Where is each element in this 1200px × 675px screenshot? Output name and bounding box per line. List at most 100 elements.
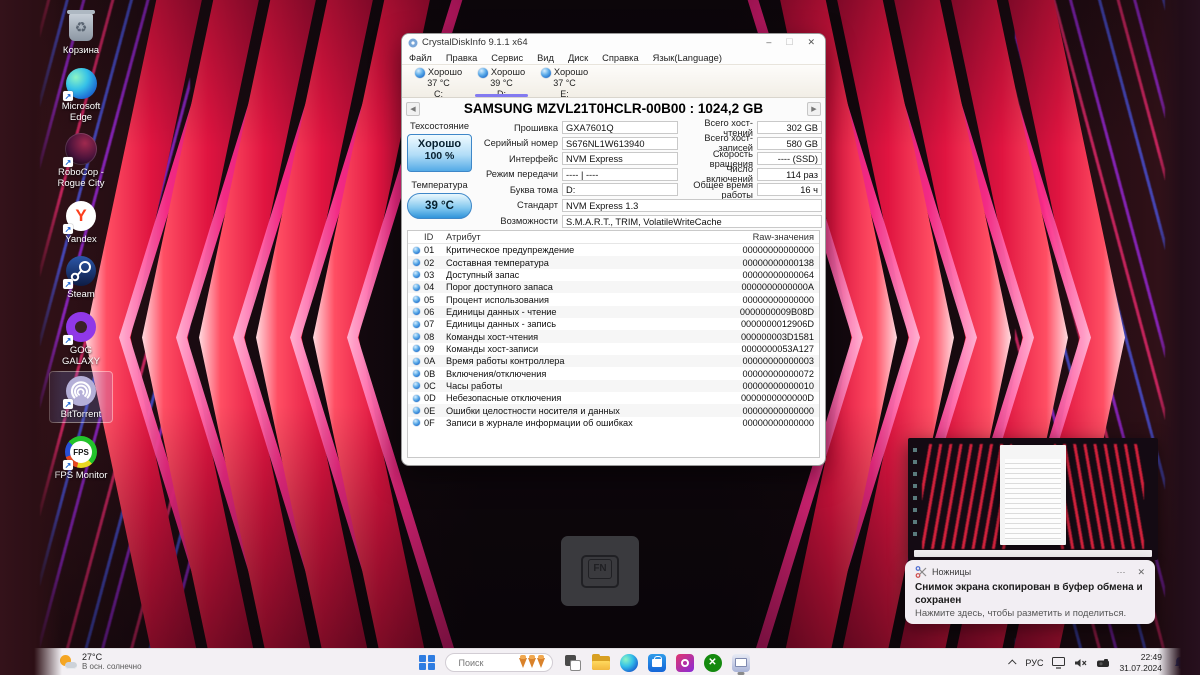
desktop-icon-yandex[interactable]: Y ↗ Yandex bbox=[50, 197, 112, 247]
clock[interactable]: 22:49 31.07.2024 bbox=[1119, 652, 1162, 673]
health-percent: 100 % bbox=[424, 150, 455, 162]
drive-title: SAMSUNG MZVL21T0HCLR-00B00 : 1024,2 GB bbox=[463, 101, 764, 116]
table-row[interactable]: 0A Время работы контроллера 000000000000… bbox=[408, 355, 819, 368]
table-row[interactable]: 07 Единицы данных - запись 0000000012906… bbox=[408, 318, 819, 330]
table-row[interactable]: 0B Включения/отключения 00000000000072 bbox=[408, 367, 819, 379]
tray-device-icon[interactable] bbox=[1096, 658, 1110, 668]
table-row[interactable]: 06 Единицы данных - чтение 0000000009B08… bbox=[408, 305, 819, 319]
taskbar-app-task-view[interactable] bbox=[563, 651, 583, 675]
attribute-name: Включения/отключения bbox=[446, 368, 547, 379]
table-row[interactable]: 02 Составная температура 00000000000138 bbox=[408, 256, 819, 269]
menu-item[interactable]: Сервис bbox=[484, 53, 530, 63]
attribute-status-orb-icon bbox=[412, 394, 420, 402]
attribute-id: 06 bbox=[424, 306, 435, 317]
desktop-icon-gog[interactable]: ↗ GOG GALAXY bbox=[50, 308, 112, 369]
field-row-wide: Возможности S.M.A.R.T., TRIM, VolatileWr… bbox=[479, 214, 822, 228]
taskbar-app-microsoft-edge[interactable] bbox=[619, 651, 639, 675]
search-box[interactable] bbox=[444, 653, 553, 672]
drive-tab-E[interactable]: Хорошо 37 °C E: bbox=[533, 65, 596, 99]
health-status-button[interactable]: Хорошо 100 % bbox=[407, 134, 472, 172]
tab-temp: 37 °C bbox=[553, 78, 576, 89]
attribute-name: Команды хост-записи bbox=[446, 343, 539, 354]
tray-date: 31.07.2024 bbox=[1119, 662, 1162, 673]
desktop-icon-robocop[interactable]: ↗ RoboCop - Rogue City bbox=[50, 130, 112, 191]
menu-item[interactable]: Вид bbox=[530, 53, 561, 63]
desktop-icon-steam[interactable]: ↗ Steam bbox=[50, 252, 112, 302]
attribute-raw-value: 00000000000000 bbox=[742, 405, 814, 416]
menu-item[interactable]: Диск bbox=[561, 53, 595, 63]
menu-item[interactable]: Файл bbox=[402, 53, 439, 63]
edge-icon bbox=[619, 653, 638, 672]
taskbar-app-social-app[interactable] bbox=[675, 651, 695, 675]
menu-item[interactable]: Язык(Language) bbox=[646, 53, 729, 63]
close-button[interactable]: ✕ bbox=[807, 34, 815, 51]
table-row[interactable]: 0F Записи в журнале информации об ошибка… bbox=[408, 417, 819, 429]
attribute-id: 0B bbox=[424, 368, 436, 379]
screenshot-preview[interactable] bbox=[908, 438, 1158, 560]
table-row[interactable]: 04 Порог доступного запаса 0000000000000… bbox=[408, 281, 819, 294]
drive-tab-C[interactable]: Хорошо 37 °C C: bbox=[407, 65, 470, 99]
running-indicator bbox=[737, 672, 744, 675]
table-row[interactable]: 03 Доступный запас 00000000000064 bbox=[408, 269, 819, 281]
attribute-raw-value: 0000000053A127 bbox=[741, 343, 814, 354]
notification-more-button[interactable]: ··· bbox=[1116, 567, 1125, 578]
drive-tab-D[interactable]: Хорошо 39 °C D: bbox=[470, 65, 533, 99]
attribute-status-orb-icon bbox=[412, 333, 420, 341]
volume-muted-icon[interactable] bbox=[1074, 658, 1087, 668]
file-explorer-icon bbox=[591, 653, 610, 670]
snipping-tool-notification[interactable]: Ножницы ··· ✕ Снимок экрана скопирован в… bbox=[905, 560, 1155, 624]
taskbar-app-file-explorer[interactable] bbox=[591, 651, 611, 675]
taskbar-app-microsoft-store[interactable] bbox=[647, 651, 667, 675]
tray-overflow-chevron-icon[interactable] bbox=[1008, 658, 1017, 668]
start-button[interactable] bbox=[419, 654, 435, 671]
app-icon bbox=[408, 38, 418, 47]
menu-item[interactable]: Справка bbox=[595, 53, 645, 63]
attribute-name: Критическое предупреждение bbox=[446, 245, 575, 256]
attribute-status-orb-icon bbox=[412, 283, 420, 291]
table-row[interactable]: 09 Команды хост-записи 0000000053A127 bbox=[408, 343, 819, 355]
table-row[interactable]: 0C Часы работы 00000000000010 bbox=[408, 379, 819, 393]
attribute-id: 08 bbox=[424, 331, 435, 342]
task-view-icon bbox=[564, 654, 581, 671]
notification-bell-icon[interactable] bbox=[1174, 656, 1186, 669]
attribute-raw-value: 00000000000000 bbox=[742, 245, 814, 256]
health-label: Техсостояние bbox=[409, 121, 470, 131]
field-row: Серийный номер S676NL1W613940 Всего хост… bbox=[479, 133, 822, 153]
prev-drive-button[interactable]: ◀ bbox=[406, 101, 420, 116]
taskbar-app-xbox[interactable]: ✕ bbox=[703, 651, 723, 675]
menu-bar: Файл Правка Сервис Вид Диск Справка Язык(Langu… bbox=[402, 51, 825, 64]
next-drive-button[interactable]: ▶ bbox=[807, 101, 821, 116]
temperature-value: 39 °C bbox=[407, 193, 472, 219]
field-row: Буква тома D: Общее время работы 16 ч bbox=[479, 180, 822, 200]
menu-item[interactable]: Правка bbox=[439, 53, 484, 63]
desktop-icon-bittorrent[interactable]: ↗ BitTorrent bbox=[49, 371, 113, 423]
network-icon[interactable] bbox=[1052, 656, 1066, 669]
table-row[interactable]: 0E Ошибки целостности носителя и данных … bbox=[408, 404, 819, 417]
attribute-raw-value: 00000000000064 bbox=[742, 269, 814, 280]
desktop-icon-fps[interactable]: FPS ↗ FPS Monitor bbox=[50, 433, 112, 483]
attribute-id: 03 bbox=[424, 269, 435, 280]
table-row[interactable]: 01 Критическое предупреждение 0000000000… bbox=[408, 244, 819, 256]
maximize-button[interactable]: ☐ bbox=[785, 34, 793, 51]
weather-widget[interactable]: 27°C В осн. солнечно bbox=[60, 652, 142, 671]
taskbar-app-crystaldiskinfo[interactable] bbox=[731, 651, 751, 675]
attribute-name: Порог доступного запаса bbox=[446, 282, 553, 293]
table-row[interactable]: 05 Процент использования 00000000000000 bbox=[408, 293, 819, 305]
field-value: ---- (SSD) bbox=[757, 152, 822, 166]
smart-table-header: ID Атрибут Raw-значения bbox=[408, 231, 819, 244]
language-indicator[interactable]: РУС bbox=[1025, 658, 1043, 668]
desktop-icon-label: RoboCop - Rogue City bbox=[57, 167, 105, 189]
table-row[interactable]: 0D Небезопасные отключения 0000000000000… bbox=[408, 392, 819, 404]
minimize-button[interactable]: – bbox=[766, 34, 771, 51]
fn-key-label: FN bbox=[588, 558, 612, 579]
desktop-icon-bin[interactable]: ♻ Корзина bbox=[50, 8, 112, 58]
table-row[interactable]: 08 Команды хост-чтения 000000003D1581 bbox=[408, 330, 819, 343]
field-label: Буква тома bbox=[509, 184, 558, 195]
attribute-status-orb-icon bbox=[412, 308, 420, 316]
search-input[interactable] bbox=[458, 657, 514, 668]
window-titlebar[interactable]: CrystalDiskInfo 9.1.1 x64 – ☐ ✕ bbox=[402, 34, 825, 51]
attribute-status-orb-icon bbox=[412, 296, 420, 304]
desktop: ♻ Корзина ↗ Microsoft Edge ↗ RoboCop - Rog… bbox=[0, 0, 1200, 675]
notification-close-button[interactable]: ✕ bbox=[1137, 567, 1145, 578]
desktop-icon-edge[interactable]: ↗ Microsoft Edge bbox=[50, 64, 112, 125]
